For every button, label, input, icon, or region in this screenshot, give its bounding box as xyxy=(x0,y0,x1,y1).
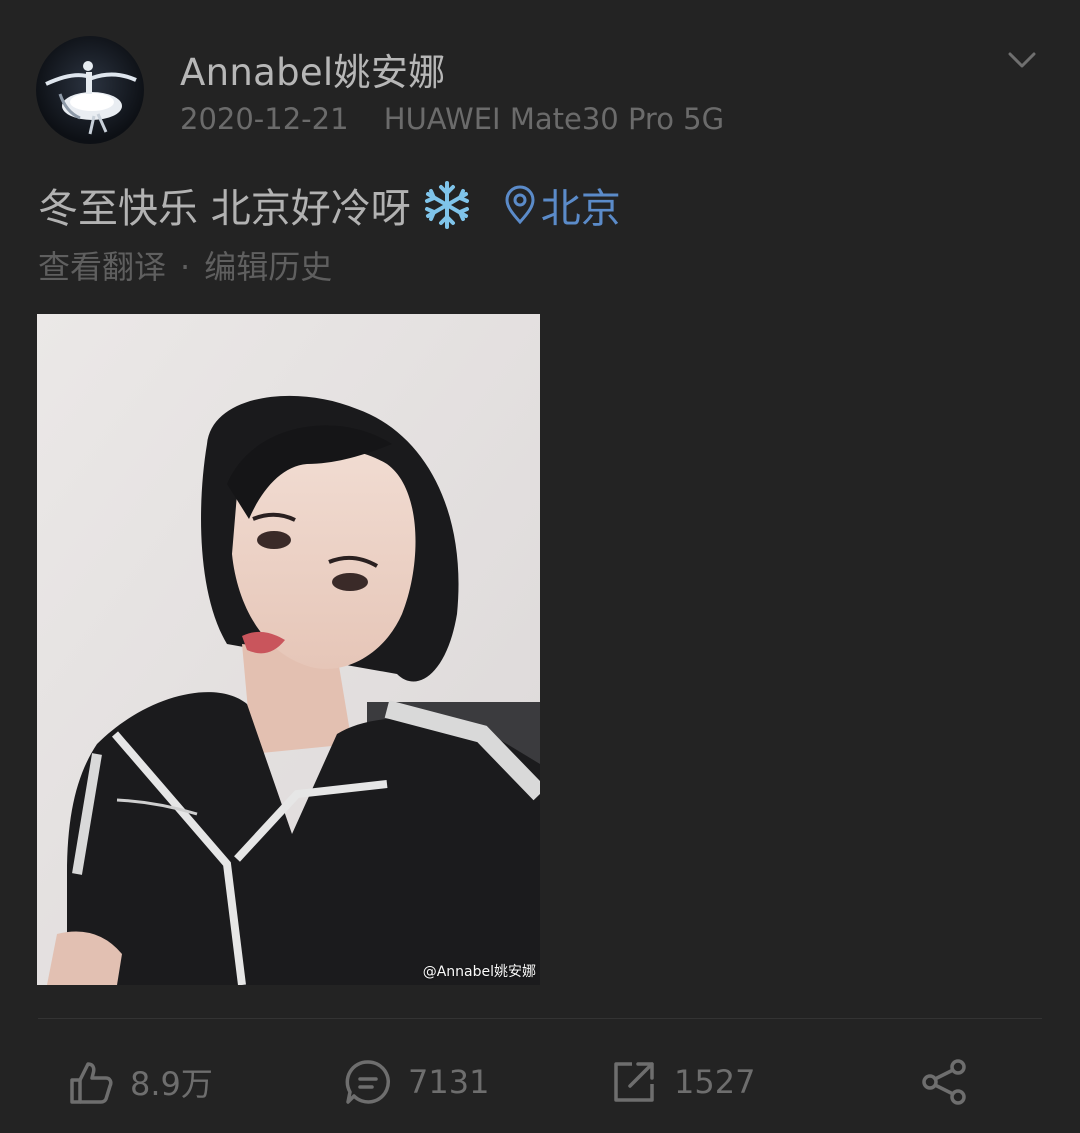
avatar[interactable] xyxy=(36,36,144,144)
image-watermark: @Annabel姚安娜 xyxy=(422,964,536,980)
location-link[interactable]: 北京 xyxy=(503,176,621,234)
location-label: 北京 xyxy=(540,186,621,232)
post-body: 冬至快乐 北京好冷呀 xyxy=(38,186,411,232)
thumbs-up-icon xyxy=(70,1062,113,1104)
post-text: 冬至快乐 北京好冷呀 北京 xyxy=(38,176,621,234)
post-sub-links: 查看翻译 · 编辑历史 xyxy=(38,242,332,288)
avatar-ballerina-image xyxy=(45,61,137,135)
location-pin-icon xyxy=(505,185,535,225)
snowflake-icon xyxy=(424,181,469,229)
comment-icon xyxy=(345,1060,391,1104)
separator: · xyxy=(180,248,191,286)
share-button[interactable] xyxy=(920,1052,984,1112)
post-device: HUAWEI Mate30 Pro 5G xyxy=(383,102,725,136)
comment-count: 7131 xyxy=(408,1063,490,1101)
like-button[interactable]: 8.9万 xyxy=(66,1052,213,1112)
repost-icon xyxy=(614,1062,654,1102)
repost-button[interactable]: 1527 xyxy=(610,1052,755,1112)
post-photo[interactable]: @Annabel姚安娜 xyxy=(37,314,540,985)
repost-count: 1527 xyxy=(674,1063,756,1101)
like-count: 8.9万 xyxy=(130,1065,213,1103)
post-meta: 2020-12-21 HUAWEI Mate30 Pro 5G xyxy=(180,102,724,136)
share-icon xyxy=(922,1059,966,1105)
post-date: 2020-12-21 xyxy=(180,102,349,136)
selfie-photo-image xyxy=(37,314,540,985)
edit-history-link[interactable]: 编辑历史 xyxy=(204,248,332,286)
comment-button[interactable]: 7131 xyxy=(344,1052,489,1112)
chevron-down-icon[interactable] xyxy=(1004,42,1040,78)
translate-link[interactable]: 查看翻译 xyxy=(38,248,166,286)
divider xyxy=(38,1018,1042,1019)
username[interactable]: Annabel姚安娜 xyxy=(180,42,445,96)
